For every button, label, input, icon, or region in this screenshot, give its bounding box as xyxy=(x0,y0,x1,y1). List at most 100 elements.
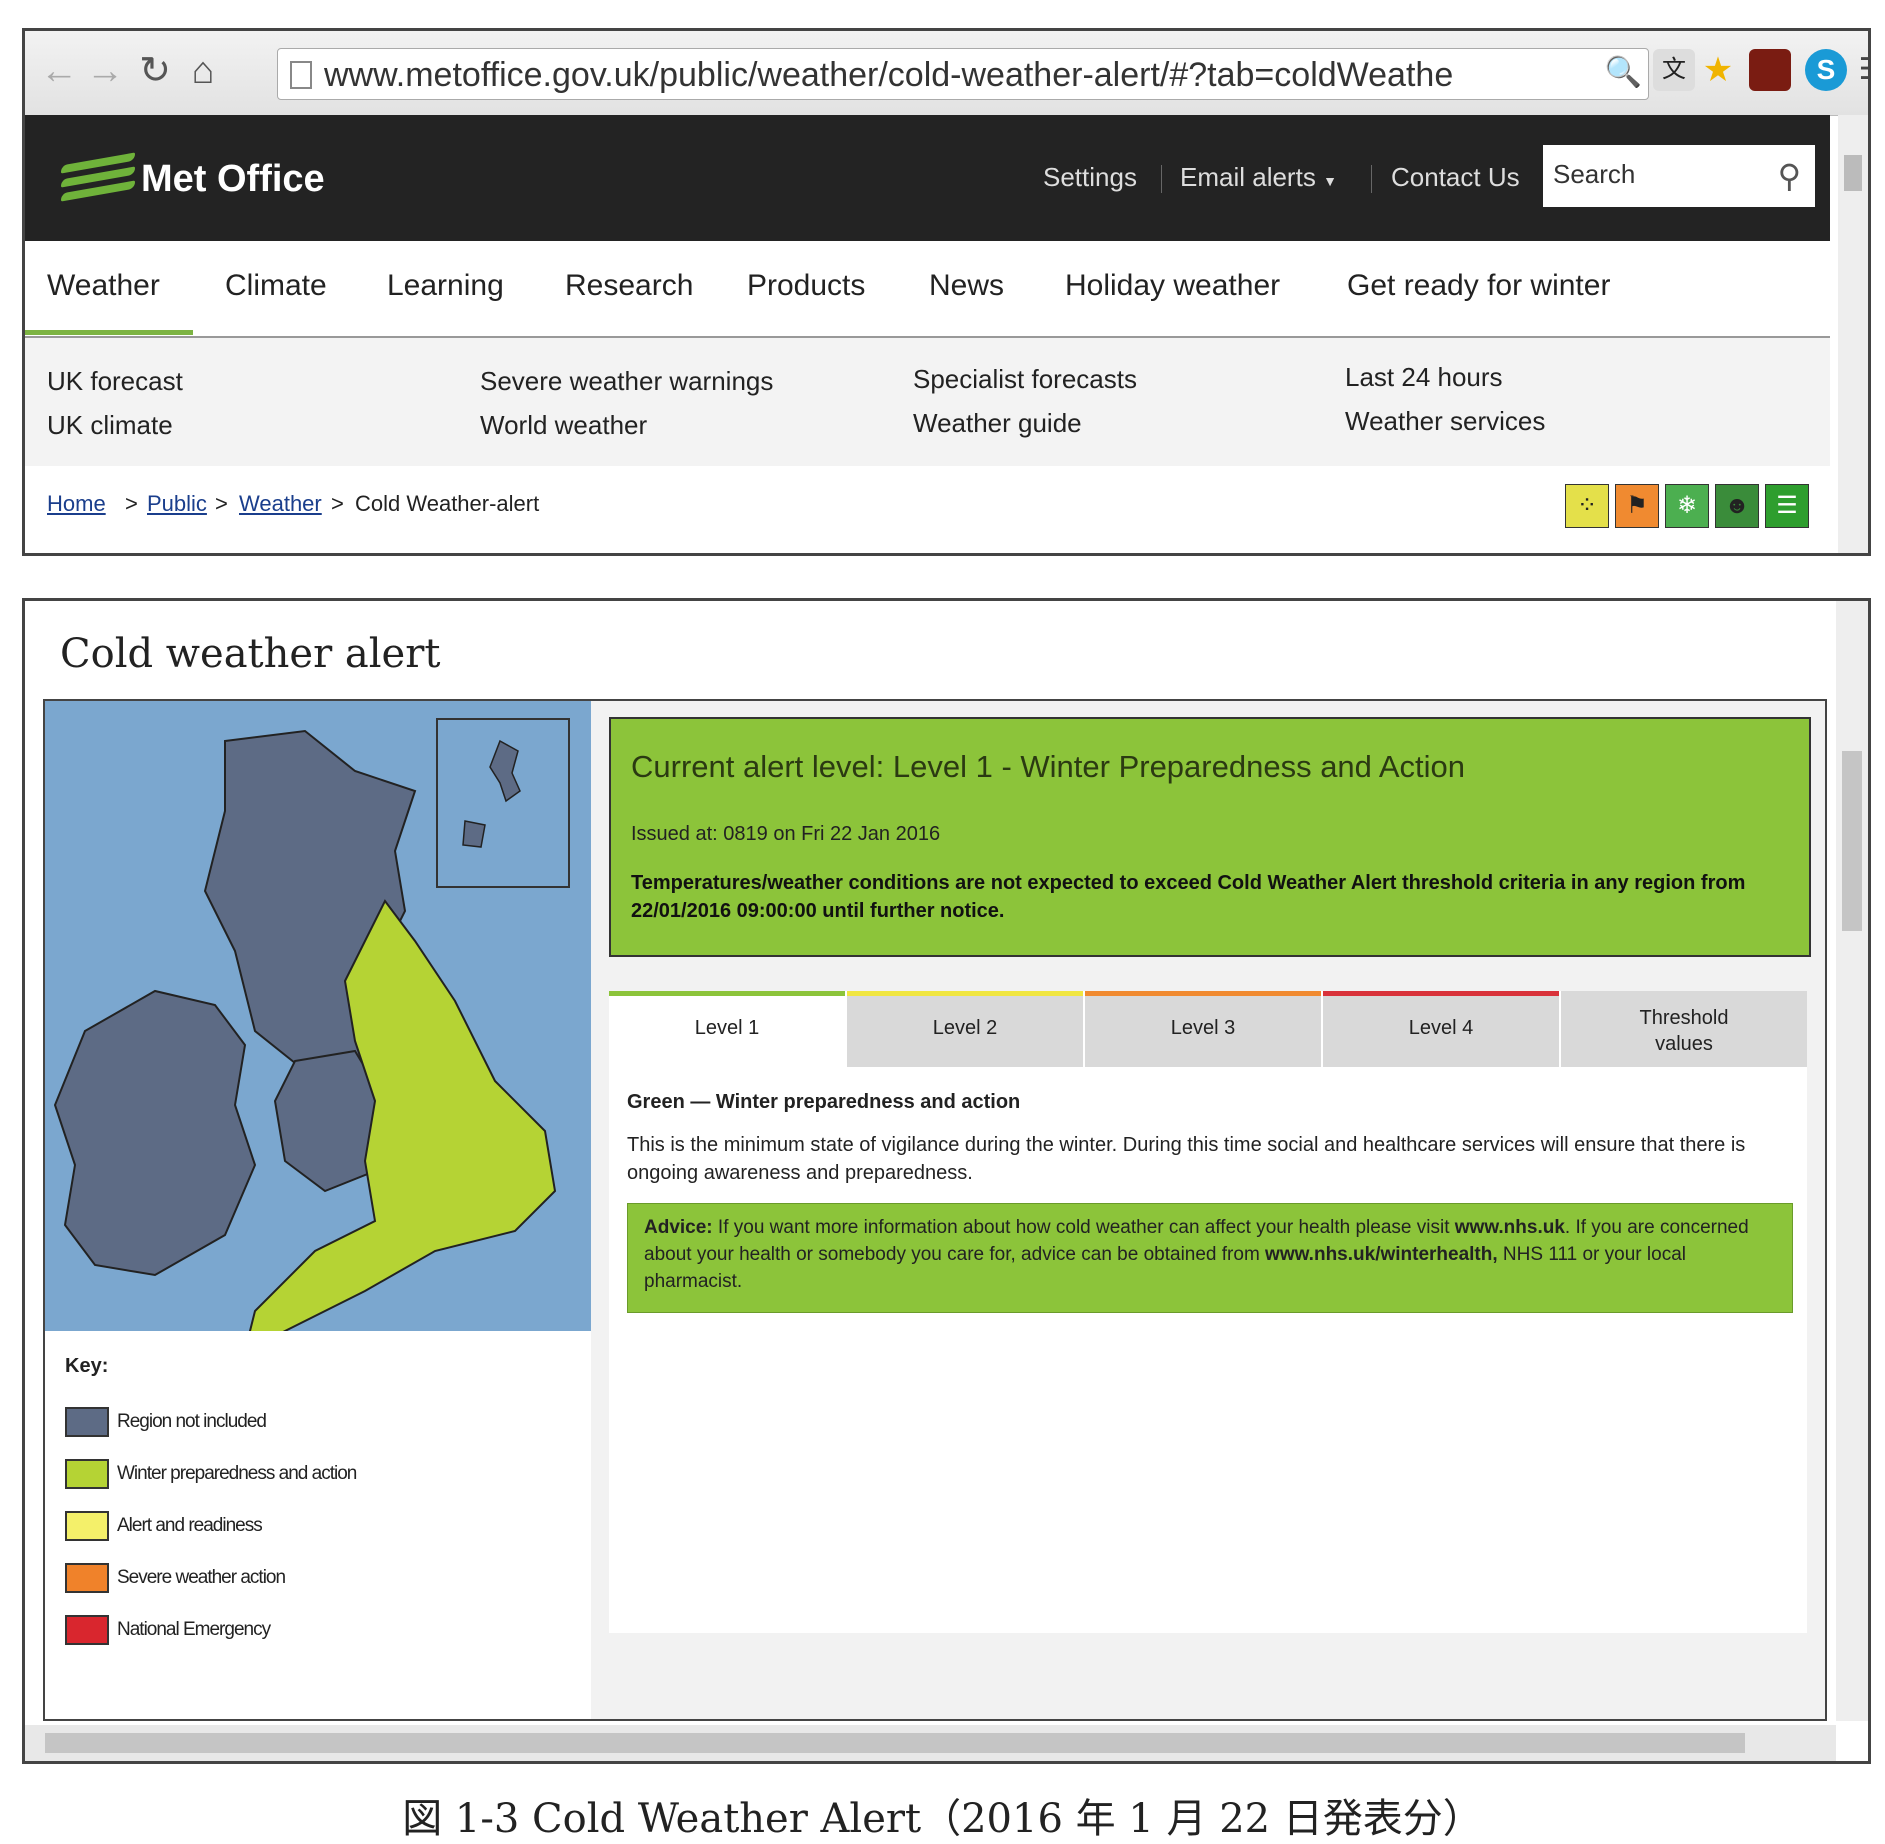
zoom-icon[interactable]: 🔍 xyxy=(1605,55,1642,90)
uk-alert-map xyxy=(45,701,591,1353)
header-link-email-alerts[interactable]: Email alerts ▼ xyxy=(1180,162,1337,193)
key-swatch xyxy=(65,1511,109,1541)
subnav-world-weather[interactable]: World weather xyxy=(480,410,647,441)
map-key: Key: Region not included Winter prepared… xyxy=(45,1331,591,1719)
menu-icon[interactable]: ☰ xyxy=(1851,49,1868,91)
key-item: Winter preparedness and action xyxy=(65,1459,357,1489)
breadcrumb-separator: > xyxy=(125,491,138,516)
bookmark-star-icon[interactable]: ★ xyxy=(1697,49,1739,91)
home-icon[interactable]: ⌂ xyxy=(181,49,225,93)
met-office-logo[interactable]: Met Office xyxy=(61,152,325,205)
key-label: National Emergency xyxy=(117,1619,271,1640)
breadcrumb-weather[interactable]: Weather xyxy=(239,491,322,517)
header-separator xyxy=(1371,165,1372,193)
tab-color-bar xyxy=(1085,991,1321,996)
key-label: Region not included xyxy=(117,1411,267,1432)
tab-label: Level 2 xyxy=(932,1017,998,1039)
tab-label: Threshold values xyxy=(1639,1007,1729,1055)
tab-label: Level 1 xyxy=(694,1017,760,1039)
breadcrumb-separator: > xyxy=(215,491,228,516)
shetland-islands-region xyxy=(462,739,521,848)
tab-threshold-values[interactable]: Threshold values xyxy=(1561,991,1807,1067)
nav-get-ready-for-winter[interactable]: Get ready for winter xyxy=(1347,269,1610,303)
nav-products[interactable]: Products xyxy=(747,269,865,303)
horizontal-scrollbar[interactable] xyxy=(25,1725,1836,1761)
browser-toolbar: ← → ↻ ⌂ www.metoffice.gov.uk/public/weat… xyxy=(25,31,1868,116)
scrollbar-thumb[interactable] xyxy=(45,1733,1745,1753)
tab-color-bar xyxy=(847,991,1083,996)
nav-climate[interactable]: Climate xyxy=(225,269,327,303)
alert-title: Current alert level: Level 1 - Winter Pr… xyxy=(631,749,1465,784)
header-link-settings[interactable]: Settings xyxy=(1043,162,1137,193)
scrollbar-thumb[interactable] xyxy=(1844,155,1862,191)
search-placeholder: Search xyxy=(1553,159,1636,189)
tab-level-4[interactable]: Level 4 xyxy=(1323,991,1561,1067)
person-icon[interactable]: ☻ xyxy=(1715,484,1759,528)
subnav-last-24-hours[interactable]: Last 24 hours xyxy=(1345,362,1503,393)
page-title: Cold weather alert xyxy=(60,631,441,677)
subnav-weather-guide[interactable]: Weather guide xyxy=(913,408,1082,439)
breadcrumb-home[interactable]: Home xyxy=(47,491,106,517)
alert-issued-time: Issued at: 0819 on Fri 22 Jan 2016 xyxy=(631,823,941,845)
alert-frame: Key: Region not included Winter prepared… xyxy=(43,699,1827,1721)
nav-weather[interactable]: Weather xyxy=(47,269,160,303)
breadcrumb-separator: > xyxy=(331,491,344,516)
key-item: Alert and readiness xyxy=(65,1511,263,1541)
header-link-contact-us[interactable]: Contact Us xyxy=(1391,162,1520,193)
level-heading: Green — Winter preparedness and action xyxy=(627,1091,1021,1113)
subnav-uk-forecast[interactable]: UK forecast xyxy=(47,366,183,397)
subnav-specialist-forecasts[interactable]: Specialist forecasts xyxy=(913,364,1137,395)
breadcrumb-current: Cold Weather-alert xyxy=(355,491,540,516)
translate-icon[interactable]: 文 xyxy=(1653,49,1695,91)
active-nav-indicator xyxy=(25,330,193,335)
uk-map-svg xyxy=(53,718,570,1353)
caret-down-icon: ▼ xyxy=(1323,173,1337,189)
site-header: Met Office Settings Email alerts ▼ Conta… xyxy=(25,115,1830,241)
main-nav: Weather Climate Learning Research Produc… xyxy=(25,241,1830,338)
skype-icon[interactable]: S xyxy=(1805,49,1847,91)
advice-box: Advice: If you want more information abo… xyxy=(627,1203,1793,1313)
vertical-scrollbar[interactable] xyxy=(1836,601,1868,1721)
tab-level-3[interactable]: Level 3 xyxy=(1085,991,1323,1067)
arrow-right-icon[interactable]: → xyxy=(83,49,127,93)
email-alerts-label: Email alerts xyxy=(1180,162,1316,192)
key-label: Winter preparedness and action xyxy=(117,1463,357,1484)
subnav-weather-services[interactable]: Weather services xyxy=(1345,406,1545,437)
nav-news[interactable]: News xyxy=(929,269,1004,303)
pdf-extension-icon[interactable] xyxy=(1749,49,1791,91)
address-bar[interactable]: www.metoffice.gov.uk/public/weather/cold… xyxy=(277,48,1649,100)
scrollbar[interactable] xyxy=(1838,115,1868,553)
windsock-icon[interactable]: ⚑ xyxy=(1615,484,1659,528)
key-swatch xyxy=(65,1563,109,1593)
search-icon[interactable]: ⚲ xyxy=(1778,157,1801,195)
tab-level-1[interactable]: Level 1 xyxy=(609,991,847,1067)
alert-description: Temperatures/weather conditions are not … xyxy=(631,872,1746,922)
tab-level-2[interactable]: Level 2 xyxy=(847,991,1085,1067)
scrollbar-thumb[interactable] xyxy=(1842,751,1862,931)
tab-label: Level 3 xyxy=(1170,1017,1236,1039)
key-swatch xyxy=(65,1407,109,1437)
arrow-left-icon[interactable]: ← xyxy=(37,49,81,93)
browser-screenshot-top: ← → ↻ ⌂ www.metoffice.gov.uk/public/weat… xyxy=(22,28,1871,556)
breadcrumb-public[interactable]: Public xyxy=(147,491,207,517)
key-title: Key: xyxy=(65,1355,109,1377)
key-swatch xyxy=(65,1615,109,1645)
breadcrumb: Home > Public > Weather > Cold Weather-a… xyxy=(25,466,1830,553)
key-label: Severe weather action xyxy=(117,1567,286,1588)
subnav-uk-climate[interactable]: UK climate xyxy=(47,410,173,441)
browser-screenshot-alert: Cold weather alert Key: Region not inclu… xyxy=(22,598,1871,1764)
nav-learning[interactable]: Learning xyxy=(387,269,504,303)
nav-research[interactable]: Research xyxy=(565,269,693,303)
advice-link-nhs[interactable]: www.nhs.uk xyxy=(1455,1217,1565,1238)
reload-icon[interactable]: ↻ xyxy=(133,49,177,93)
search-input[interactable]: Search ⚲ xyxy=(1543,145,1815,207)
rain-icon[interactable]: ⁘ xyxy=(1565,484,1609,528)
figure-caption: 図 1-3 Cold Weather Alert（2016 年 1 月 22 日… xyxy=(402,1796,1483,1842)
advice-link-winterhealth[interactable]: www.nhs.uk/winterhealth, xyxy=(1265,1244,1498,1265)
subnav-severe-weather-warnings[interactable]: Severe weather warnings xyxy=(480,366,773,397)
key-label: Alert and readiness xyxy=(117,1515,263,1536)
nav-holiday-weather[interactable]: Holiday weather xyxy=(1065,269,1280,303)
snowflake-icon[interactable]: ❄ xyxy=(1665,484,1709,528)
list-icon[interactable]: ☰ xyxy=(1765,484,1809,528)
tab-color-bar xyxy=(1323,991,1559,996)
